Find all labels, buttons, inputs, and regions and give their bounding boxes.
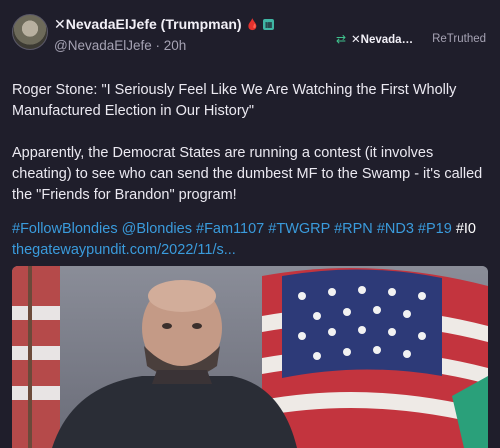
hashtag[interactable]: #Fam1107 [196,221,264,237]
hashtag[interactable]: #TWGRP [268,221,330,237]
retruth-icon: ⇄ [335,32,347,46]
hashtag[interactable]: #P19 [418,221,452,237]
mention[interactable]: @Blondies [122,221,192,237]
media-photo [12,266,488,448]
hashtag[interactable]: #RPN [334,221,373,237]
author-name[interactable]: ✕NevadaElJefe (Trumpman) [54,16,242,33]
post-link[interactable]: thegatewaypundit.com/2022/11/s... [12,240,488,261]
hashtag[interactable]: #ND3 [377,221,414,237]
retruth-by[interactable]: ✕Nevada… [351,32,413,46]
separator: · [155,38,164,53]
badge-icon: ▦ [263,19,275,30]
post-media-image[interactable] [12,266,488,448]
retruth-label: ReTruthed [432,33,486,45]
hashtag-row: #FollowBlondies @Blondies #Fam1107 #TWGR… [12,219,488,240]
handle-row: @NevadaElJefe · 20h [54,38,186,53]
post-time[interactable]: 20h [164,38,187,53]
author-row: ✕NevadaElJefe (Trumpman) 🩸 ▦ [54,16,275,33]
post-paragraph-1: Roger Stone: "I Seriously Feel Like We A… [12,82,457,119]
author-handle[interactable]: @NevadaElJefe [54,38,152,53]
retruth-indicator: ⇄ ✕Nevada… ReTruthed [336,32,486,46]
post-paragraph-2: Apparently, the Democrat States are runn… [12,145,483,203]
post-card: ✕NevadaElJefe (Trumpman) 🩸 ▦ @NevadaElJe… [0,0,500,448]
post-tags-block: #FollowBlondies @Blondies #Fam1107 #TWGR… [12,219,488,261]
hashtag[interactable]: #FollowBlondies [12,221,118,237]
hashtag-truncated[interactable]: #I0 [456,221,476,237]
blood-drop-icon: 🩸 [245,19,260,31]
avatar[interactable] [12,14,48,50]
